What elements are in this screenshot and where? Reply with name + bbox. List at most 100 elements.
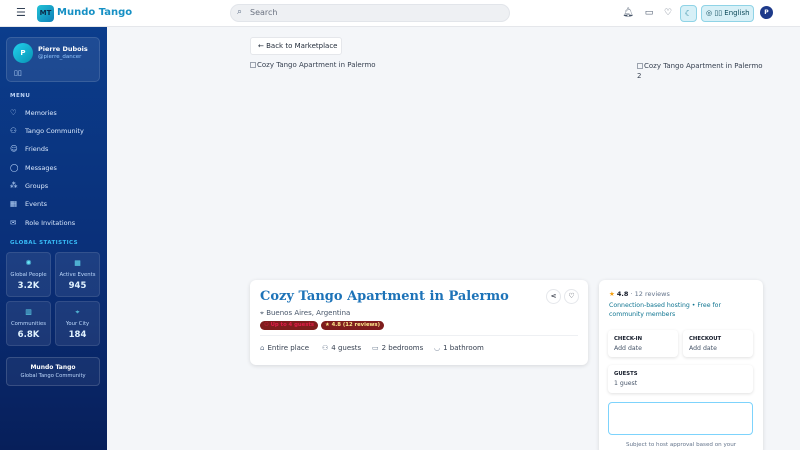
listing-title: Cozy Tango Apartment in Palermo	[260, 289, 509, 304]
heart-icon: ♡	[568, 292, 575, 300]
sidebar-item-friends[interactable]: ☺ Friends	[10, 144, 102, 158]
guests-field[interactable]: GUESTS 1 guest	[608, 365, 753, 393]
hosting-info: Connection-based hosting • Free for comm…	[609, 302, 721, 318]
stat-value: 6.8K	[17, 330, 40, 340]
feature-bathroom: ◡ 1 bathroom	[434, 344, 484, 352]
heart-icon[interactable]: ♡	[662, 7, 674, 19]
stat-active-events: ▦ Active Events 945	[55, 252, 100, 297]
user-avatar[interactable]: P	[760, 6, 773, 19]
rating-badge: ★ 4.8 (12 reviews)	[321, 321, 385, 330]
sidebar: P Pierre Dubois @pierre_dancer ▯▯ MENU ♡…	[0, 27, 107, 450]
feature-label: 1 bathroom	[443, 344, 484, 352]
stat-label: Communities	[10, 321, 46, 327]
brand-card: Mundo Tango Global Tango Community	[6, 357, 100, 386]
location-text: Buenos Aires, Argentina	[266, 309, 351, 317]
sidebar-item-events[interactable]: ▦ Events	[10, 199, 102, 213]
profile-avatar: P	[13, 43, 33, 63]
moon-icon: ☾	[684, 9, 693, 18]
brand-title: Mundo Tango	[30, 364, 76, 371]
stat-label: Your City	[65, 321, 90, 327]
booking-rating: ★ 4.8 · 12 reviews	[609, 290, 670, 298]
brand-subtitle: Global Tango Community	[20, 373, 86, 379]
guests-label: GUESTS	[614, 371, 638, 377]
calendar-icon: ▦	[10, 199, 18, 208]
profile-username: @pierre_dancer	[38, 54, 82, 60]
app-name[interactable]: Mundo Tango	[57, 7, 132, 18]
sidebar-item-tango-community[interactable]: ⚇ Tango Community	[10, 126, 102, 140]
message-textarea[interactable]	[608, 402, 753, 435]
stat-value: 945	[68, 281, 87, 291]
map-pin-icon: ⌖	[260, 309, 264, 317]
stat-label: Active Events	[59, 272, 96, 278]
bed-icon: ▭	[372, 344, 379, 352]
bell-icon[interactable]: 🔔︎	[622, 7, 634, 19]
listing-title-card: Cozy Tango Apartment in Palermo ⌖ Buenos…	[250, 280, 588, 365]
menu-icon[interactable]: ☰	[16, 7, 28, 19]
arrow-left-icon: ←	[258, 42, 264, 50]
feature-bedrooms: ▭ 2 bedrooms	[372, 344, 423, 352]
listing-location: ⌖ Buenos Aires, Argentina	[260, 309, 350, 318]
profile-card[interactable]: P Pierre Dubois @pierre_dancer ▯▯	[6, 37, 100, 82]
globe-icon: ◎	[706, 9, 713, 17]
book-icon: ▯▯	[714, 9, 723, 17]
sidebar-item-role-invitations[interactable]: ✉ Role Invitations	[10, 218, 102, 232]
share-button[interactable]: ⋖	[546, 289, 561, 304]
feature-label: 4 guests	[331, 344, 362, 352]
star-icon: ★	[609, 290, 615, 298]
globe-icon: ✺	[25, 259, 32, 267]
building-icon: ▥	[25, 308, 32, 316]
theme-toggle-button[interactable]: ☾	[680, 5, 697, 22]
listing-image-2[interactable]: Cozy Tango Apartment in Palermo 2	[637, 61, 767, 81]
stat-value: 184	[68, 330, 87, 340]
message-icon[interactable]: ▭	[643, 7, 655, 19]
logo-badge[interactable]: MT	[37, 5, 54, 22]
users-icon: ⚇	[10, 126, 17, 135]
language-button[interactable]: ◎ ▯▯ English	[701, 5, 754, 22]
network-icon: ⁂	[10, 181, 18, 190]
book-icon[interactable]: ▯▯	[14, 69, 22, 77]
sidebar-item-label: Memories	[25, 109, 57, 117]
star-icon: ★	[325, 322, 330, 328]
global-statistics-title: GLOBAL STATISTICS	[10, 240, 78, 246]
back-label: Back to Marketplace	[266, 42, 338, 50]
checkout-label: CHECKOUT	[689, 336, 722, 342]
heart-icon: ♡	[10, 108, 17, 117]
stat-label: Global People	[10, 272, 47, 278]
checkout-field[interactable]: CHECKOUT Add date	[683, 330, 753, 357]
rating-value: 4.8	[616, 290, 629, 298]
approval-note: Subject to host approval based on your	[625, 442, 737, 448]
search-icon: ⌕	[237, 7, 243, 17]
feature-label: 2 bedrooms	[381, 344, 424, 352]
search-input[interactable]: ⌕ Search	[230, 4, 510, 22]
home-icon: ⌂	[260, 344, 265, 352]
broken-image-icon	[250, 62, 256, 68]
divider	[260, 335, 578, 336]
message-icon: ◯	[10, 163, 19, 172]
check-in-field[interactable]: CHECK-IN Add date	[608, 330, 678, 357]
users-icon: ⚇	[322, 344, 329, 352]
stat-your-city: ⌖ Your City 184	[55, 301, 100, 346]
favorite-button[interactable]: ♡	[564, 289, 579, 304]
back-to-marketplace-button[interactable]: ← Back to Marketplace	[250, 37, 342, 55]
calendar-icon: ▦	[74, 259, 81, 267]
review-count: 12 reviews	[634, 290, 670, 298]
sidebar-item-label: Tango Community	[25, 127, 84, 135]
broken-image-icon	[637, 63, 643, 69]
share-icon: ⋖	[550, 292, 557, 300]
sidebar-item-label: Events	[25, 200, 48, 208]
users-icon: ⚇	[264, 322, 269, 328]
feature-label: Entire place	[267, 344, 310, 352]
sidebar-item-groups[interactable]: ⁂ Groups	[10, 181, 102, 195]
image-alt-text: Cozy Tango Apartment in Palermo 2	[637, 62, 763, 80]
rating-badge-text: 4.8 (12 reviews)	[331, 322, 381, 328]
bath-icon: ◡	[434, 344, 441, 352]
sidebar-item-memories[interactable]: ♡ Memories	[10, 108, 102, 122]
check-in-value: Add date	[614, 345, 642, 352]
sidebar-item-label: Messages	[25, 164, 57, 172]
sidebar-item-messages[interactable]: ◯ Messages	[10, 163, 102, 177]
listing-image-1[interactable]: Cozy Tango Apartment in Palermo	[250, 61, 376, 69]
sidebar-item-label: Role Invitations	[25, 219, 76, 227]
checkout-value: Add date	[689, 345, 717, 352]
mail-icon: ✉	[10, 218, 17, 227]
stat-value: 3.2K	[17, 281, 40, 291]
